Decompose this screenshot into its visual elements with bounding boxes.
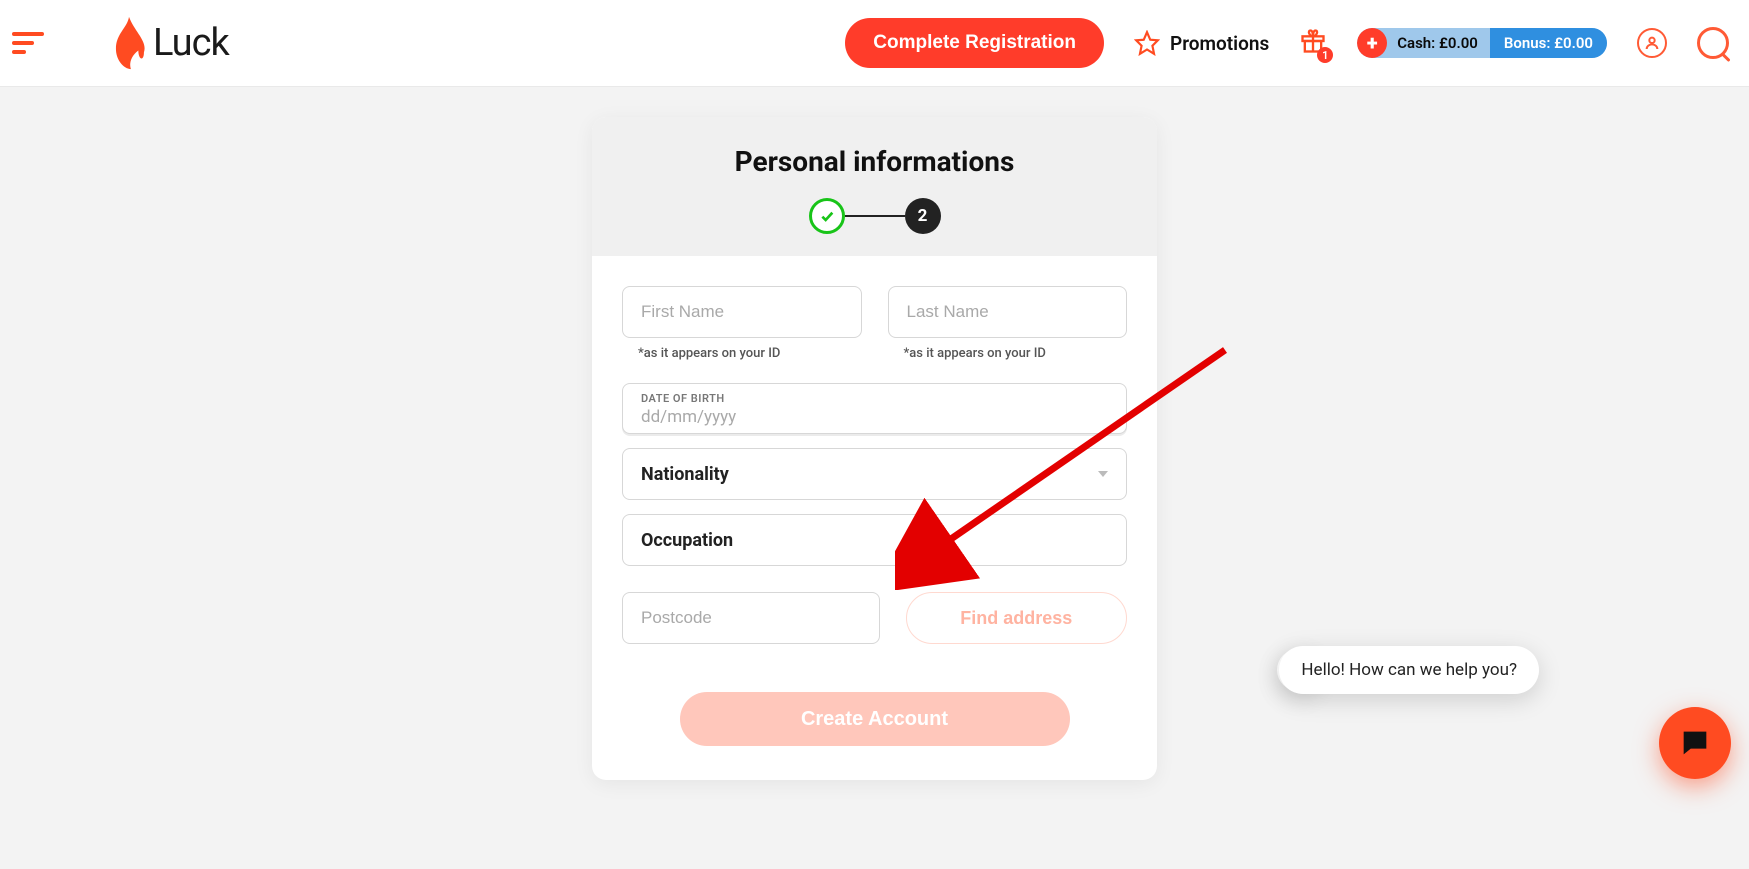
menu-button[interactable]: [12, 24, 50, 62]
balance-pill[interactable]: + Cash: £0.00 Bonus: £0.00: [1357, 28, 1607, 58]
first-name-hint: *as it appears on your ID: [638, 346, 862, 361]
chat-greeting-bubble[interactable]: Hello! How can we help you?: [1279, 646, 1539, 694]
step-connector: [845, 215, 905, 217]
gift-button[interactable]: 1: [1299, 27, 1327, 59]
chat-fab[interactable]: [1659, 707, 1731, 779]
topbar-right: Complete Registration Promotions 1 + Cas…: [845, 18, 1729, 68]
dob-field[interactable]: DATE OF BIRTH dd/mm/yyyy: [622, 383, 1127, 434]
flame-icon: [105, 15, 153, 71]
check-icon: [819, 208, 835, 224]
cash-balance: Cash: £0.00: [1391, 34, 1490, 52]
gift-badge: 1: [1317, 47, 1333, 63]
step-2-current: 2: [905, 198, 941, 234]
plus-icon: +: [1357, 28, 1387, 58]
user-icon: [1644, 35, 1660, 51]
chevron-down-icon: [1098, 471, 1108, 477]
bonus-balance: Bonus: £0.00: [1490, 28, 1607, 58]
nav-promotions[interactable]: Promotions: [1134, 30, 1269, 56]
first-name-field[interactable]: [622, 286, 862, 338]
last-name-field[interactable]: [888, 286, 1128, 338]
step-indicator: 2: [612, 198, 1137, 234]
star-icon: [1134, 30, 1160, 56]
create-account-button[interactable]: Create Account: [680, 692, 1070, 746]
find-address-button[interactable]: Find address: [906, 592, 1128, 644]
step-1-done: [809, 198, 845, 234]
registration-card: Personal informations 2 *as it appears o…: [592, 117, 1157, 780]
card-title: Personal informations: [612, 145, 1137, 178]
occupation-select[interactable]: Occupation: [622, 514, 1127, 566]
postcode-field[interactable]: [622, 592, 880, 644]
account-button[interactable]: [1637, 28, 1667, 58]
last-name-hint: *as it appears on your ID: [904, 346, 1128, 361]
chat-icon: [1678, 726, 1712, 760]
nationality-select[interactable]: Nationality: [622, 448, 1127, 500]
dob-label: DATE OF BIRTH: [641, 392, 1108, 405]
dob-placeholder: dd/mm/yyyy: [641, 407, 1108, 427]
complete-registration-button[interactable]: Complete Registration: [845, 18, 1104, 68]
nationality-label: Nationality: [641, 464, 729, 485]
brand-name: Luck: [153, 21, 229, 65]
search-button[interactable]: [1697, 27, 1729, 59]
card-body: *as it appears on your ID *as it appears…: [592, 256, 1157, 780]
brand-logo[interactable]: Luck: [105, 15, 229, 71]
nav-promotions-label: Promotions: [1170, 32, 1269, 55]
topbar: Luck Complete Registration Promotions 1 …: [0, 0, 1749, 87]
card-header: Personal informations 2: [592, 117, 1157, 256]
occupation-label: Occupation: [641, 530, 733, 551]
